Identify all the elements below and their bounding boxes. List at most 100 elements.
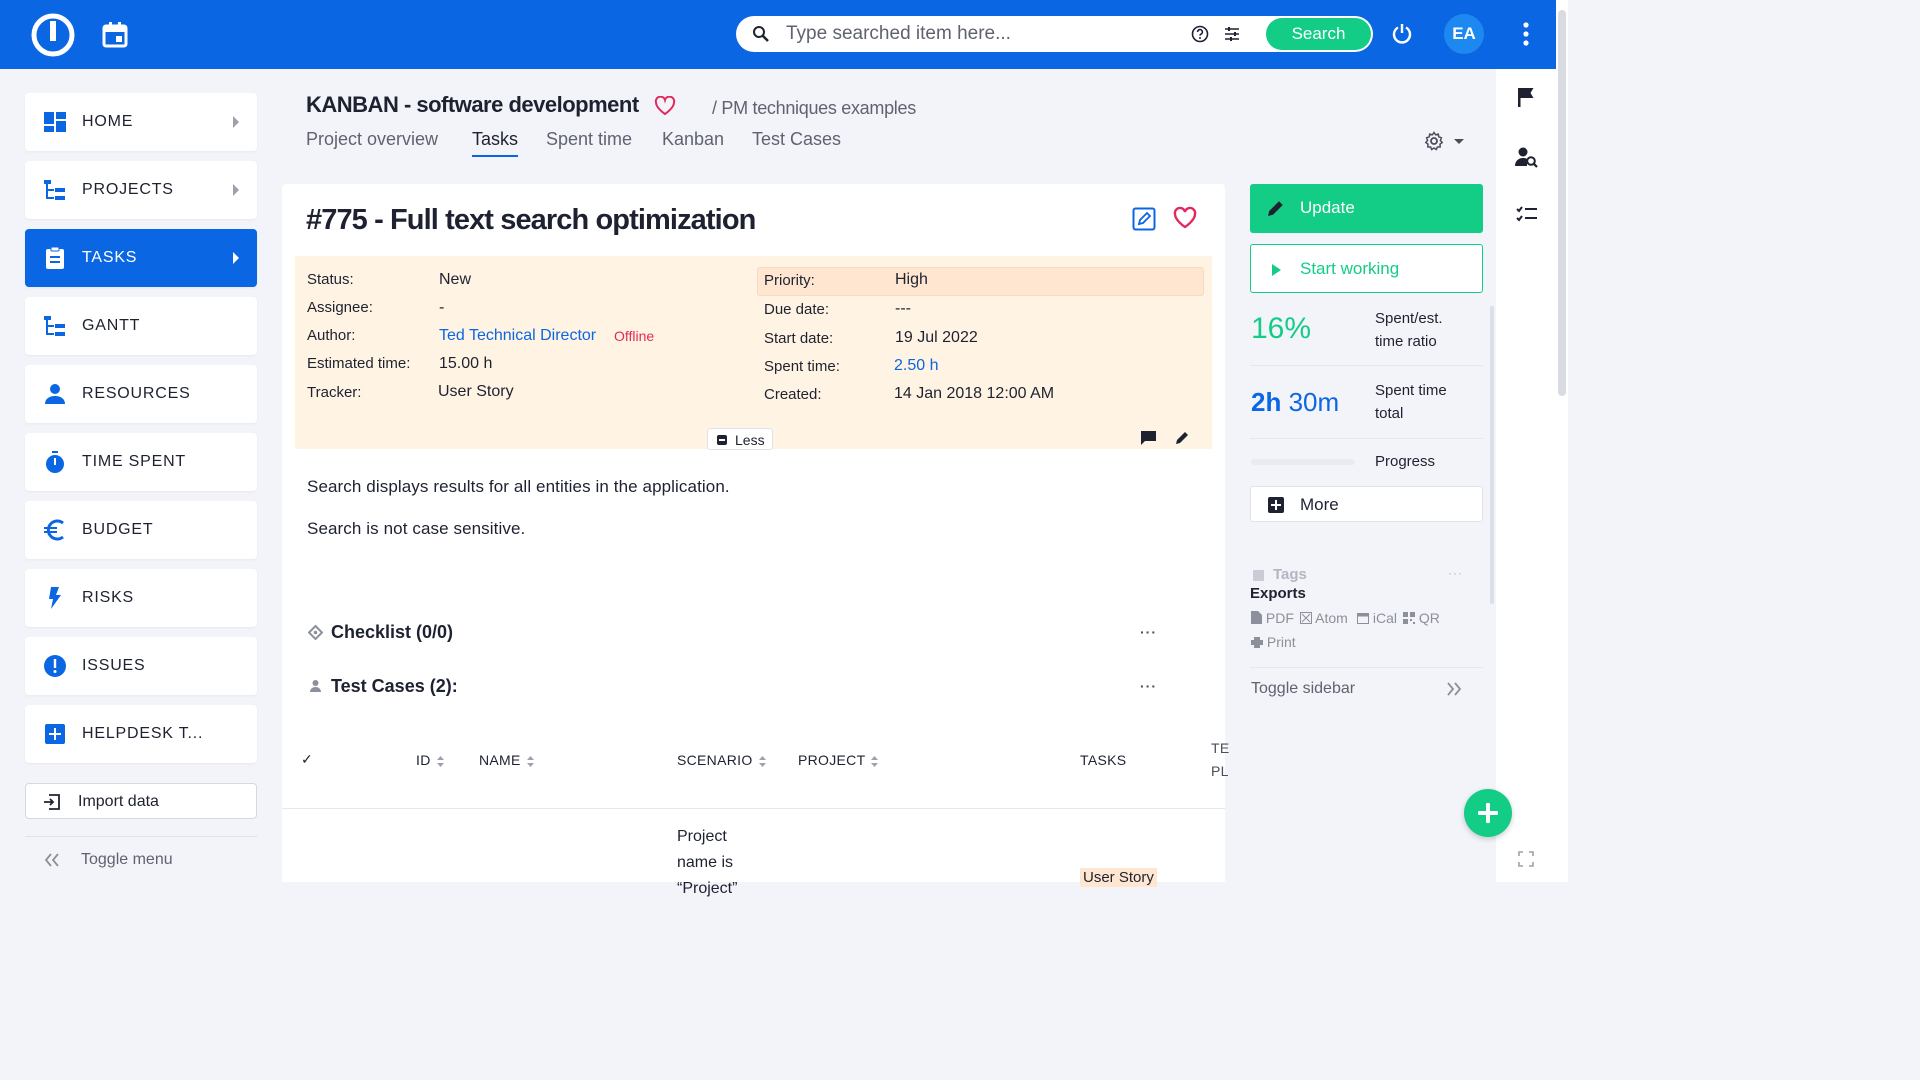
- column-header-name[interactable]: NAME: [479, 752, 534, 768]
- project-title[interactable]: KANBAN - software development: [306, 92, 639, 118]
- page-scrollbar[interactable]: [1556, 0, 1568, 882]
- progress-label: Progress: [1375, 453, 1436, 470]
- edit-icon[interactable]: [1132, 207, 1156, 231]
- start-working-button[interactable]: Start working: [1250, 244, 1483, 293]
- menu-item-projects[interactable]: PROJECTS: [25, 161, 257, 219]
- chevron-down-icon[interactable]: [1454, 139, 1464, 144]
- pencil-icon[interactable]: [1175, 430, 1190, 445]
- menu-item-home[interactable]: HOME: [25, 93, 257, 151]
- menu-item-gantt[interactable]: GANTT: [25, 297, 257, 355]
- dashboard-icon: [43, 110, 67, 134]
- update-label: Update: [1300, 198, 1355, 217]
- pencil-icon: [1268, 201, 1283, 216]
- spent-hours: 2h: [1251, 387, 1282, 417]
- more-button[interactable]: More: [1250, 486, 1483, 522]
- heart-icon[interactable]: [654, 96, 676, 116]
- tags-heading[interactable]: Tags: [1273, 566, 1307, 583]
- export-ical-link[interactable]: iCal: [1357, 610, 1397, 626]
- checklist-icon[interactable]: [1516, 206, 1538, 222]
- import-data-button[interactable]: Import data: [25, 783, 257, 819]
- spent-time-link[interactable]: 2.50 h: [894, 357, 938, 375]
- sort-icon: [436, 755, 444, 767]
- tab-tasks[interactable]: Tasks: [472, 129, 519, 157]
- tab-project-overview[interactable]: Project overview: [306, 129, 438, 155]
- author-label: Author:: [307, 327, 356, 344]
- menu-item-time-spent[interactable]: TIME SPENT: [25, 433, 257, 491]
- checklist-heading[interactable]: Checklist (0/0): [331, 622, 453, 643]
- menu-item-resources[interactable]: RESOURCES: [25, 365, 257, 423]
- menu-item-risks[interactable]: RISKS: [25, 569, 257, 627]
- test-cases-heading[interactable]: Test Cases (2):: [331, 676, 458, 697]
- column-header-label: SCENARIO: [677, 752, 753, 768]
- column-header-cut: TE: [1211, 740, 1230, 756]
- update-button[interactable]: Update: [1250, 184, 1483, 233]
- menu-item-tasks[interactable]: TASKS: [25, 229, 257, 287]
- tags-more-icon[interactable]: ···: [1448, 566, 1463, 580]
- search-filter-icon[interactable]: [1223, 25, 1241, 43]
- add-floating-button[interactable]: [1464, 789, 1512, 837]
- gear-icon[interactable]: [1424, 131, 1444, 151]
- print-link[interactable]: Print: [1251, 634, 1296, 650]
- user-avatar[interactable]: EA: [1444, 14, 1484, 54]
- select-all-checkmark[interactable]: ✓: [301, 751, 313, 768]
- search-input[interactable]: [786, 22, 1166, 46]
- power-icon[interactable]: [1392, 22, 1412, 44]
- double-chevron-right-icon[interactable]: [1446, 682, 1462, 696]
- column-header-scenario[interactable]: SCENARIO: [677, 752, 766, 768]
- chevron-right-icon: [233, 116, 239, 128]
- estimated-time-label: Estimated time:: [307, 355, 411, 372]
- tab-test-cases[interactable]: Test Cases: [752, 129, 841, 155]
- tab-kanban[interactable]: Kanban: [662, 129, 724, 155]
- column-header-id[interactable]: ID: [416, 752, 444, 768]
- calendar-icon[interactable]: [102, 21, 128, 48]
- spent-time-total-label: Spent time total: [1375, 382, 1447, 422]
- import-data-label: Import data: [78, 793, 159, 810]
- less-label: Less: [735, 432, 765, 448]
- toggle-menu-label: Toggle menu: [81, 851, 173, 868]
- export-qr-link[interactable]: QR: [1403, 610, 1440, 626]
- help-icon[interactable]: [1191, 25, 1209, 43]
- divider: [1250, 365, 1483, 366]
- heart-icon[interactable]: [1172, 206, 1198, 230]
- page-scrollbar-thumb[interactable]: [1558, 10, 1566, 396]
- table-cell-tasks[interactable]: User Story: [1080, 868, 1157, 887]
- sidebar-scrollbar[interactable]: [1490, 306, 1494, 604]
- menu-item-issues[interactable]: ISSUES: [25, 637, 257, 695]
- spent-time-label: Spent time:: [764, 358, 840, 375]
- created-label: Created:: [764, 386, 822, 403]
- description-line: Search displays results for all entities…: [307, 477, 730, 496]
- flag-icon[interactable]: [1517, 87, 1535, 107]
- tab-spent-time[interactable]: Spent time: [546, 129, 632, 155]
- more-vertical-icon[interactable]: [1517, 21, 1535, 47]
- breadcrumb[interactable]: / PM techniques examples: [712, 98, 916, 119]
- export-pdf-link[interactable]: PDF: [1251, 610, 1294, 626]
- author-link[interactable]: Ted Technical Director: [439, 327, 596, 345]
- export-label: PDF: [1265, 610, 1294, 626]
- comment-icon[interactable]: [1140, 430, 1157, 446]
- checklist-icon: [308, 625, 323, 640]
- less-toggle-button[interactable]: Less: [707, 428, 773, 450]
- test-cases-more-icon[interactable]: ···: [1140, 678, 1157, 694]
- spent-time-total-value: 2h 30m: [1251, 387, 1339, 418]
- column-header-label: PROJECT: [798, 752, 866, 768]
- issue-title: #775 - Full text search optimization: [306, 204, 756, 236]
- toggle-menu-button[interactable]: Toggle menu: [25, 836, 257, 882]
- menu-item-label: GANTT: [82, 317, 141, 334]
- status-label: Status:: [307, 271, 354, 288]
- description-line: Search is not case sensitive.: [307, 519, 526, 538]
- lightning-icon: [43, 586, 67, 610]
- toggle-sidebar-link[interactable]: Toggle sidebar: [1251, 680, 1355, 698]
- pdf-icon: [1251, 611, 1262, 624]
- search-button[interactable]: Search: [1266, 18, 1371, 50]
- atom-icon: [1300, 612, 1312, 624]
- status-value: New: [439, 271, 472, 288]
- user-search-icon[interactable]: [1515, 147, 1538, 168]
- menu-item-budget[interactable]: BUDGET: [25, 501, 257, 559]
- checklist-more-icon[interactable]: ···: [1140, 624, 1157, 640]
- menu-item-helpdesk[interactable]: HELPDESK T...: [25, 705, 257, 763]
- column-header-project[interactable]: PROJECT: [798, 752, 879, 768]
- export-atom-link[interactable]: Atom: [1300, 610, 1348, 626]
- app-logo-icon[interactable]: [31, 13, 75, 57]
- table-cell-scenario: Project name is “Project”: [677, 828, 738, 897]
- fullscreen-icon[interactable]: [1518, 851, 1534, 867]
